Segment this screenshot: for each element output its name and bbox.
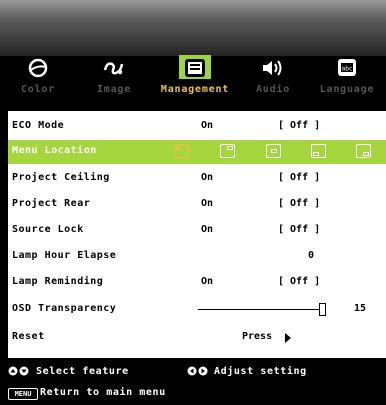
option-on[interactable]: On (201, 198, 213, 209)
location-top-left-icon[interactable] (174, 144, 189, 158)
eco-mode-row[interactable]: ECO Mode On [ Off ] (8, 115, 386, 139)
row-label: Project Ceiling (12, 172, 110, 183)
tab-management[interactable]: Management (152, 55, 238, 102)
tab-label: Audio (255, 84, 291, 95)
help-return-text: Return to main menu (40, 387, 166, 398)
row-label: ECO Mode (12, 120, 65, 131)
option-off-selected[interactable]: [ Off ] (278, 120, 320, 131)
option-off-selected[interactable]: [ Off ] (278, 172, 320, 183)
option-on[interactable]: On (201, 224, 213, 235)
up-down-arrows-icon (8, 366, 29, 376)
location-bottom-left-icon[interactable] (311, 144, 326, 158)
row-label: Project Rear (12, 198, 91, 209)
option-off-selected[interactable]: [ Off ] (278, 224, 320, 235)
row-label: Menu Location (12, 145, 97, 156)
menu-key-icon: MENU (8, 388, 38, 400)
menu-location-row[interactable]: Menu Location (8, 140, 386, 164)
transparency-slider-track[interactable] (198, 309, 326, 310)
project-ceiling-row[interactable]: Project Ceiling On [ Off ] (8, 167, 386, 191)
lamp-hours-value: 0 (308, 250, 315, 261)
audio-icon (263, 60, 282, 76)
help-select-text: Select feature (36, 366, 129, 377)
management-menu-panel: ECO Mode On [ Off ] Menu Location Projec… (8, 111, 386, 358)
tab-audio[interactable]: Audio (238, 56, 308, 102)
row-label: Source Lock (12, 224, 84, 235)
arrow-right-icon (285, 333, 291, 343)
option-off-selected[interactable]: [ Off ] (278, 198, 320, 209)
row-label: Reset (12, 331, 45, 342)
location-top-right-icon[interactable] (220, 144, 235, 158)
top-band (0, 0, 386, 56)
svg-text:abc: abc (342, 66, 353, 73)
tab-label: Color (20, 84, 56, 95)
option-off-selected[interactable]: [ Off ] (278, 276, 320, 287)
reset-press-button[interactable]: Press (242, 331, 272, 342)
option-on[interactable]: On (201, 120, 213, 131)
location-center-icon[interactable] (266, 144, 281, 158)
tab-label: Management (160, 84, 230, 95)
osd-transparency-row[interactable]: OSD Transparency 15 (8, 298, 386, 322)
tab-bar: Color Image Management Audio abc Languag… (0, 55, 386, 102)
help-bar: Select feature Adjust setting (0, 360, 386, 405)
tab-image[interactable]: Image (76, 56, 152, 102)
option-on[interactable]: On (201, 172, 213, 183)
lamp-reminding-row[interactable]: Lamp Reminding On [ Off ] (8, 271, 386, 295)
tab-language[interactable]: abc Language (308, 56, 386, 102)
management-icon (185, 59, 205, 77)
tab-label: Image (96, 84, 132, 95)
row-label: Lamp Reminding (12, 276, 104, 287)
tab-color[interactable]: Color (0, 56, 76, 102)
reset-row[interactable]: Reset Press (8, 326, 386, 350)
row-label: OSD Transparency (12, 303, 117, 314)
lamp-hour-elapse-row: Lamp Hour Elapse 0 (8, 245, 386, 269)
osd-menu: Color Image Management Audio abc Languag… (0, 0, 386, 405)
source-lock-row[interactable]: Source Lock On [ Off ] (8, 219, 386, 243)
row-label: Lamp Hour Elapse (12, 250, 117, 261)
tab-label: Language (319, 84, 375, 95)
language-icon: abc (338, 59, 356, 76)
help-adjust-text: Adjust setting (214, 366, 307, 377)
transparency-value: 15 (354, 303, 367, 314)
location-bottom-right-icon[interactable] (356, 144, 371, 158)
left-right-arrows-icon (187, 366, 208, 376)
transparency-slider-knob[interactable] (318, 303, 326, 316)
image-icon (103, 62, 124, 75)
option-on[interactable]: On (201, 276, 213, 287)
project-rear-row[interactable]: Project Rear On [ Off ] (8, 193, 386, 217)
color-icon (28, 58, 48, 78)
